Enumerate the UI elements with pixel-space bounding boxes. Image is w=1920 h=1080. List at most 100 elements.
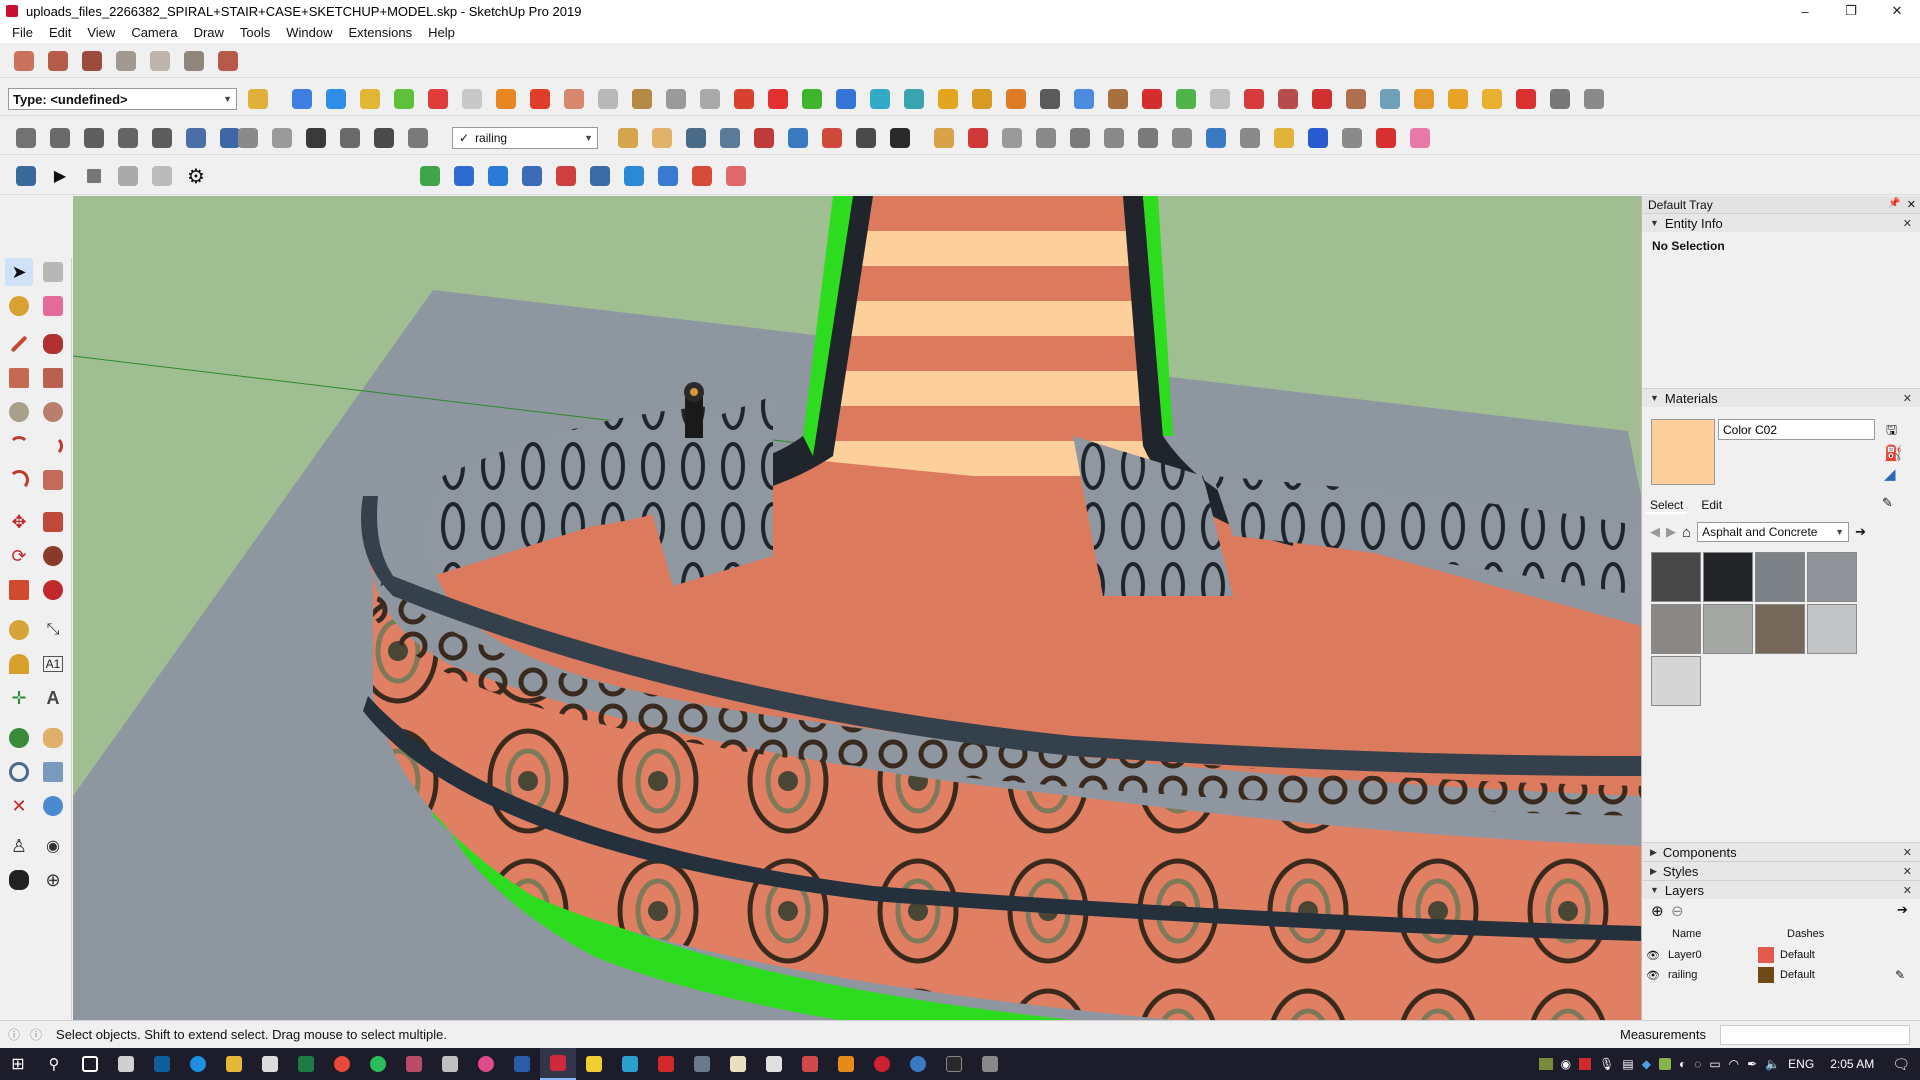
delete-layer-icon[interactable]: ⊖ <box>1671 902 1684 920</box>
menu-camera[interactable]: Camera <box>123 25 185 40</box>
front-view-button[interactable] <box>114 124 142 152</box>
menu-window[interactable]: Window <box>278 25 340 40</box>
flag-icon[interactable] <box>594 85 622 113</box>
export-icon[interactable] <box>114 162 142 190</box>
circle-tool[interactable] <box>5 398 33 426</box>
back-arrow-icon[interactable]: ◀ <box>1650 524 1660 540</box>
microphone-icon[interactable]: 🎙 <box>1599 1057 1614 1071</box>
freehand-tool[interactable] <box>39 330 67 358</box>
curve-points-icon[interactable] <box>730 85 758 113</box>
export-x-icon[interactable] <box>148 162 176 190</box>
component-color-icon[interactable] <box>450 162 478 190</box>
move-arrows-icon[interactable] <box>1070 85 1098 113</box>
measurements-input[interactable] <box>1720 1025 1910 1045</box>
window-grid-icon[interactable] <box>1444 85 1472 113</box>
zoom-window-icon[interactable] <box>716 124 744 152</box>
sketchup-taskbar-icon[interactable] <box>540 1048 576 1080</box>
push-pull-tool[interactable] <box>39 508 67 536</box>
three-point-arc-tool[interactable] <box>5 466 33 494</box>
styles-header[interactable]: ▶ Styles ✕ <box>1642 861 1920 880</box>
pan-icon[interactable] <box>648 124 676 152</box>
loop-icon[interactable] <box>1036 85 1064 113</box>
rectangle-tool[interactable] <box>5 364 33 392</box>
walk-tool[interactable] <box>5 866 33 894</box>
info-icon[interactable]: ⓘ <box>30 1026 42 1043</box>
tray-close-icon[interactable]: ✕ <box>1907 198 1916 211</box>
tray-app-icon[interactable] <box>1658 1058 1671 1070</box>
app-icon[interactable] <box>612 1048 648 1080</box>
menu-file[interactable]: File <box>4 25 41 40</box>
house-icon[interactable] <box>302 124 330 152</box>
walk-icon[interactable] <box>886 124 914 152</box>
play-icon[interactable]: ▶ <box>46 162 74 190</box>
paint-bucket-tool[interactable] <box>5 292 33 320</box>
tape-measure-tool[interactable] <box>5 616 33 644</box>
layer-row[interactable]: 👁 Layer0 Default <box>1646 945 1911 965</box>
cube-brown-icon[interactable] <box>1104 85 1132 113</box>
tab-edit[interactable]: Edit <box>1701 498 1722 514</box>
green-face-icon[interactable] <box>390 85 418 113</box>
layer-combo[interactable]: ✓ railing ▼ <box>452 127 598 149</box>
hook-icon[interactable] <box>968 85 996 113</box>
layers-header[interactable]: ▼ Layers ✕ <box>1642 880 1920 899</box>
red-x-icon[interactable] <box>1512 85 1540 113</box>
yellow-face-icon[interactable] <box>356 85 384 113</box>
component-icon[interactable] <box>12 124 40 152</box>
polygon-icon[interactable] <box>1100 124 1128 152</box>
hand-icon[interactable] <box>722 162 750 190</box>
pie-tool[interactable] <box>39 466 67 494</box>
section-plane-tool[interactable]: ⊕ <box>39 866 67 894</box>
visibility-eye-icon[interactable]: 👁 <box>1646 949 1668 962</box>
bezier-icon[interactable] <box>1270 124 1298 152</box>
details-arrow-icon[interactable]: ➔ <box>1897 902 1908 918</box>
stamp-button[interactable] <box>214 47 242 75</box>
material-swatch[interactable] <box>1807 552 1857 602</box>
red-face-icon[interactable] <box>424 85 452 113</box>
app-icon[interactable] <box>900 1048 936 1080</box>
layer-color-swatch[interactable] <box>1758 947 1774 963</box>
material-swatch[interactable] <box>1755 552 1805 602</box>
protractor-tool[interactable] <box>5 650 33 678</box>
menu-edit[interactable]: Edit <box>41 25 79 40</box>
sandbox-from-contours-button[interactable] <box>112 47 140 75</box>
sticky-notes-icon[interactable] <box>576 1048 612 1080</box>
zoom-window-tool[interactable] <box>39 758 67 786</box>
start-button[interactable]: ⊞ <box>0 1048 36 1080</box>
scale-icon[interactable] <box>586 162 614 190</box>
pipe-icon[interactable] <box>662 85 690 113</box>
orange-loop-icon[interactable] <box>1002 85 1030 113</box>
home-icon[interactable]: ⌂ <box>1682 524 1691 541</box>
search-icon[interactable]: ⚲ <box>36 1048 72 1080</box>
visibility-eye-icon[interactable]: 👁 <box>1646 969 1668 982</box>
rotate-tool[interactable]: ⟳ <box>5 542 33 570</box>
pan-tool[interactable] <box>39 724 67 752</box>
clock[interactable]: 2:05 AM <box>1830 1057 1874 1071</box>
menu-extensions[interactable]: Extensions <box>341 25 421 40</box>
share-model-button[interactable] <box>44 47 72 75</box>
hidden-line-button[interactable] <box>370 124 398 152</box>
circle-icon[interactable] <box>1066 124 1094 152</box>
offset-tool[interactable] <box>39 576 67 604</box>
acrobat-tray-icon[interactable] <box>1579 1058 1592 1070</box>
material-swatch[interactable] <box>1703 552 1753 602</box>
monochrome-button[interactable] <box>404 124 432 152</box>
3d-warehouse-button[interactable] <box>10 47 38 75</box>
follow-me-tool[interactable] <box>39 542 67 570</box>
layer-color-swatch[interactable] <box>1758 967 1774 983</box>
create-material-icon[interactable]: 🖫 <box>1886 421 1897 443</box>
plugin-green-icon[interactable] <box>1172 85 1200 113</box>
paint-bucket-icon[interactable]: ⛽ <box>1884 444 1903 462</box>
parallelogram-icon[interactable] <box>1168 124 1196 152</box>
green-cross-icon[interactable] <box>798 85 826 113</box>
iso-view-button[interactable] <box>46 124 74 152</box>
axes-tool[interactable]: ✛ <box>5 684 33 712</box>
stop-icon[interactable] <box>80 162 108 190</box>
store-icon[interactable] <box>252 1048 288 1080</box>
lumion-icon[interactable] <box>12 162 40 190</box>
menu-view[interactable]: View <box>79 25 123 40</box>
app-icon[interactable] <box>720 1048 756 1080</box>
previous-view-tool[interactable] <box>39 792 67 820</box>
material-swatch[interactable] <box>1651 656 1701 706</box>
menu-help[interactable]: Help <box>420 25 463 40</box>
tray-app-icon[interactable]: ▤ <box>1622 1057 1633 1071</box>
